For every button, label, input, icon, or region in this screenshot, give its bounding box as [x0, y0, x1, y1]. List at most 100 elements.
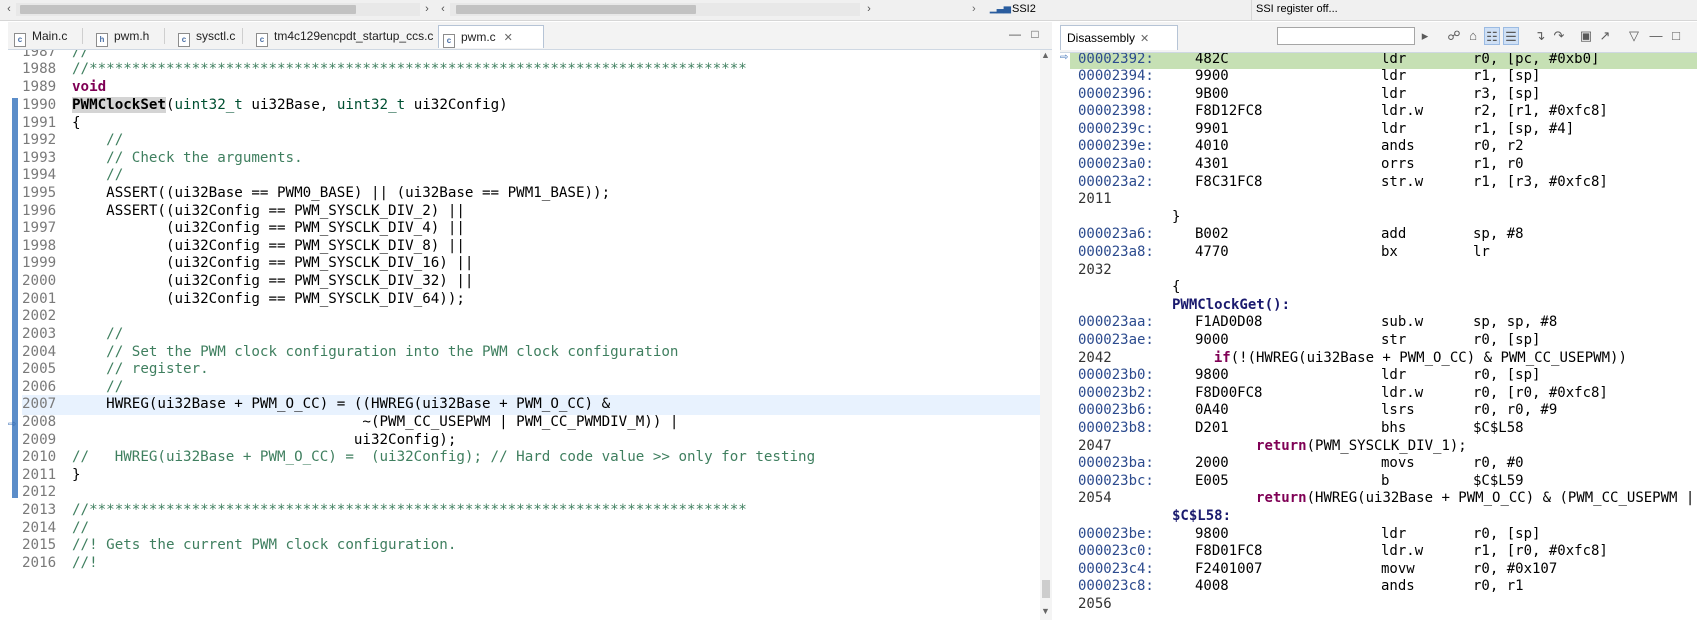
code-text-area[interactable]: ⇨ 1987// 1988//*************************…	[8, 50, 1052, 620]
c-file-icon: c	[256, 33, 268, 47]
scroll-right-arrow-icon[interactable]: ›	[862, 2, 876, 17]
code-line: 1995 ASSERT((ui32Base == PWM0_BASE) || (…	[22, 185, 611, 201]
c-file-icon: c	[14, 33, 26, 47]
tab-label: sysctl.c	[196, 29, 236, 43]
code-line: 2003 //	[22, 326, 124, 342]
branch-label-row: $C$L58:	[1172, 508, 1232, 524]
tab-main-c[interactable]: c Main.c	[10, 25, 67, 47]
disassembly-view: Disassembly ✕ ▸ ☍ ⌂ ☷ ☰ ↴ ↷ ▣ ↗ ▽ — □ ⇨ 0…	[1060, 22, 1697, 620]
c-file-icon: c	[178, 33, 190, 47]
instruction-row[interactable]: 00002398: F8D12FC8 ldr.w r2, [r1, #0xfc8]	[1070, 102, 1697, 121]
view-menu-icon[interactable]: ▽	[1626, 27, 1642, 45]
new-view-icon[interactable]: ▣	[1578, 27, 1594, 45]
scroll-down-arrow-icon[interactable]: ▼	[1041, 606, 1050, 616]
function-name[interactable]: PWMClockSet	[72, 97, 166, 113]
expressions-row[interactable]: › ▁▃▅ SSI2 SSI register off...	[970, 0, 1697, 20]
instruction-row[interactable]: 000023b8: D201 bhs $C$L58	[1070, 419, 1697, 438]
code-line: 1988//**********************************…	[22, 61, 747, 77]
scrollbar-thumb[interactable]	[456, 5, 696, 14]
instruction-row[interactable]: 000023ae: 9000 str r0, [sp]	[1070, 331, 1697, 350]
show-source-icon[interactable]: ☷	[1484, 27, 1500, 45]
instruction-row[interactable]: 0000239e: 4010 ands r0, r2	[1070, 137, 1697, 156]
link-icon[interactable]: ☍	[1446, 27, 1462, 45]
code-line: 2008 ~(PWM_CC_USEPWM | PWM_CC_PWMDIV_M))…	[22, 414, 679, 430]
minimize-icon[interactable]: —	[1648, 27, 1664, 45]
scroll-up-arrow-icon[interactable]: ▲	[1041, 50, 1050, 60]
code-line: 1992 //	[22, 132, 124, 148]
expression-name: SSI2	[1012, 3, 1036, 15]
scrollbar-thumb[interactable]	[20, 5, 356, 14]
tab-label: Disassembly	[1067, 31, 1136, 45]
instruction-row[interactable]: 000023b6: 0A40 lsrs r0, r0, #9	[1070, 401, 1697, 420]
step-into-icon[interactable]: ↴	[1532, 27, 1548, 45]
instruction-pointer-icon: ⇨	[1060, 53, 1069, 63]
close-icon[interactable]: ✕	[1140, 33, 1149, 45]
code-editor: c Main.c h pwm.h c sysctl.c c tm4c129encpdt_…	[8, 22, 1052, 620]
source-brace-row: {	[1172, 279, 1181, 295]
tab-divider	[242, 28, 243, 44]
vertical-ruler[interactable]: ⇨	[8, 50, 20, 620]
step-over-icon[interactable]: ↷	[1551, 27, 1567, 45]
instruction-row[interactable]: 000023b0: 9800 ldr r0, [sp]	[1070, 366, 1697, 385]
code-line: 2000 (ui32Config == PWM_SYSCLK_DIV_32) |…	[22, 273, 474, 289]
scroll-right-arrow-icon[interactable]: ›	[420, 2, 434, 17]
tab-label: pwm.h	[114, 29, 150, 43]
expression-description: SSI register off...	[1256, 3, 1338, 15]
tab-disassembly[interactable]: Disassembly ✕	[1060, 25, 1178, 50]
change-marker	[12, 98, 18, 498]
code-line: 2010// HWREG(ui32Base + PWM_O_CC) = (ui3…	[22, 449, 816, 465]
column-divider	[1251, 0, 1252, 20]
code-line: 1990 PWMClockSet(uint32_t ui32Base, uint3…	[22, 97, 508, 113]
pin-icon[interactable]: ↗	[1597, 27, 1613, 45]
code-line: 2015//! Gets the current PWM clock confi…	[22, 537, 457, 553]
instruction-row[interactable]: 000023aa: F1AD0D08 sub.w sp, sp, #8	[1070, 313, 1697, 332]
maximize-icon[interactable]: □	[1668, 27, 1684, 45]
home-icon[interactable]: ⌂	[1465, 27, 1481, 45]
disassembly-listing[interactable]: ⇨ 00002392: 482C ldr r0, [pc, #0xb0] 000023…	[1060, 53, 1697, 620]
code-line: 1999 (ui32Config == PWM_SYSCLK_DIV_16) |…	[22, 255, 474, 271]
register-icon: ▁▃▅	[990, 3, 1011, 13]
go-icon[interactable]: ▸	[1417, 27, 1433, 45]
code-line: 1994 //	[22, 167, 124, 183]
close-icon[interactable]: ✕	[504, 27, 513, 49]
instruction-row[interactable]: 000023c0: F8D01FC8 ldr.w r1, [r0, #0xfc8]	[1070, 542, 1697, 561]
instruction-row[interactable]: 00002394: 9900 ldr r1, [sp]	[1070, 67, 1697, 86]
scroll-left-arrow-icon[interactable]: ‹	[436, 2, 450, 17]
tab-sysctl-c[interactable]: c sysctl.c	[174, 25, 235, 47]
scroll-left-arrow-icon[interactable]: ‹	[2, 2, 16, 17]
tab-pwm-h[interactable]: h pwm.h	[92, 25, 149, 47]
editor-tab-bar: c Main.c h pwm.h c sysctl.c c tm4c129encpdt_…	[8, 22, 1052, 50]
tab-divider	[164, 28, 165, 44]
source-line-number-row: 2056	[1078, 596, 1112, 612]
expand-arrow-icon[interactable]: ›	[972, 3, 976, 15]
current-code-line: 2007 HWREG(ui32Base + PWM_O_CC) = ((HWRE…	[22, 395, 1052, 415]
address-input[interactable]	[1277, 27, 1415, 45]
minimize-icon[interactable]: —	[1008, 27, 1022, 41]
scrollbar-thumb[interactable]	[1042, 580, 1050, 598]
instruction-row[interactable]: 000023a6: B002 add sp, #8	[1070, 225, 1697, 244]
tab-label: tm4c129encpdt_startup_ccs.c	[274, 29, 434, 43]
show-symbols-icon[interactable]: ☰	[1503, 27, 1519, 45]
instruction-pointer-icon: ⇨	[8, 419, 17, 430]
tab-pwm-c[interactable]: c pwm.c ✕	[438, 25, 544, 48]
code-line: 1997 (ui32Config == PWM_SYSCLK_DIV_4) ||	[22, 220, 465, 236]
instruction-row[interactable]: 000023a0: 4301 orrs r1, r0	[1070, 155, 1697, 174]
code-line: 2016//!	[22, 555, 98, 571]
disassembly-header: Disassembly ✕ ▸ ☍ ⌂ ☷ ☰ ↴ ↷ ▣ ↗ ▽ — □	[1060, 22, 1697, 53]
instruction-row[interactable]: 000023c8: 4008 ands r0, r1	[1070, 577, 1697, 596]
tab-divider	[82, 28, 83, 44]
editor-vertical-scrollbar[interactable]: ▲ ▼	[1040, 50, 1052, 620]
tab-label: pwm.c	[461, 30, 496, 44]
c-file-icon: c	[443, 34, 455, 48]
source-code-row: 2054 return(HWREG(ui32Base + PWM_O_CC) &…	[1078, 490, 1695, 506]
upper-left-horizontal-scrollbar[interactable]	[16, 3, 420, 16]
upper-mid-horizontal-scrollbar[interactable]	[450, 3, 860, 16]
top-strip: ‹ › ‹ › › ▁▃▅ SSI2 SSI register off...	[0, 0, 1697, 21]
maximize-icon[interactable]: □	[1028, 27, 1042, 41]
code-line: 2013//**********************************…	[22, 502, 747, 518]
code-line: 2012	[22, 484, 57, 500]
disassembly-ruler[interactable]: ⇨	[1060, 53, 1070, 620]
instruction-row[interactable]: 000023a8: 4770 bx lr	[1070, 243, 1697, 262]
tab-startup-c[interactable]: c tm4c129encpdt_startup_ccs.c	[252, 25, 433, 47]
instruction-row[interactable]: 000023ba: 2000 movs r0, #0	[1070, 454, 1697, 473]
